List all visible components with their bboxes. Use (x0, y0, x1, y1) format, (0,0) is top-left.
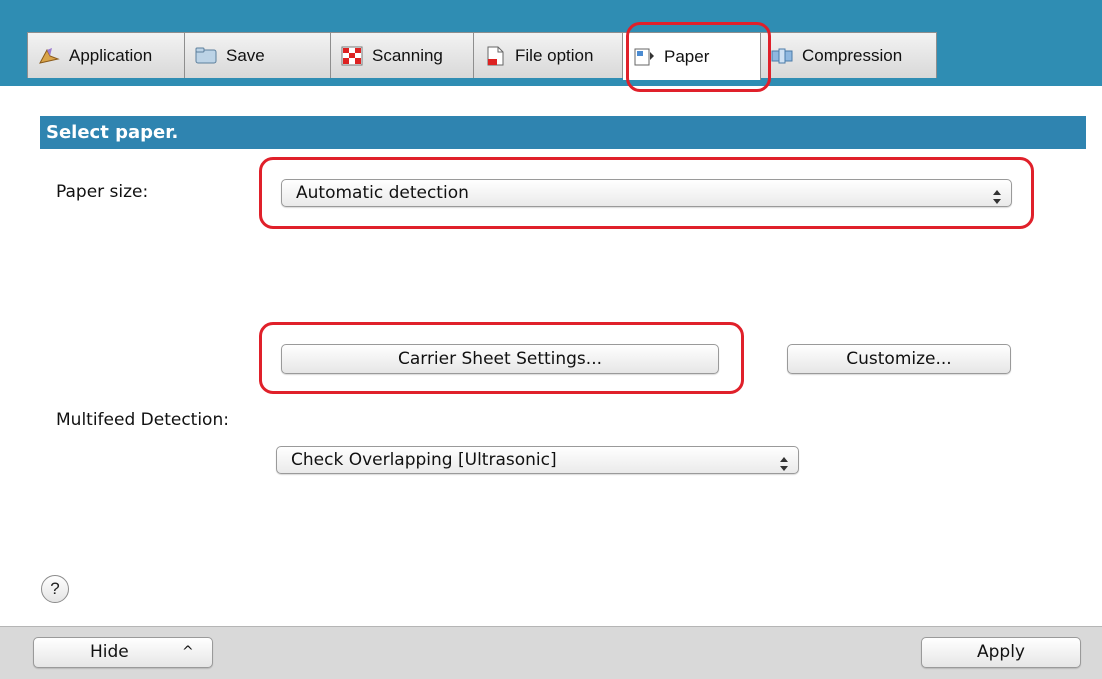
customize-button[interactable]: Customize... (787, 344, 1011, 374)
paper-size-label: Paper size: (56, 182, 149, 202)
multifeed-detection-label: Multifeed Detection: (56, 410, 229, 430)
tab-file-option[interactable]: File option (474, 32, 623, 78)
multifeed-detection-select[interactable]: Check Overlapping [Ultrasonic] (276, 446, 799, 474)
updown-arrows-icon (780, 453, 788, 471)
tab-label: Save (226, 45, 265, 65)
file-icon (484, 46, 506, 66)
tab-label: Paper (664, 46, 710, 66)
tab-scanning[interactable]: Scanning (331, 32, 474, 78)
tab-save[interactable]: Save (185, 32, 331, 78)
multifeed-detection-value: Check Overlapping [Ultrasonic] (291, 450, 557, 470)
tab-label: Application (69, 45, 153, 65)
apply-button[interactable]: Apply (921, 637, 1081, 668)
tab-label: File option (515, 45, 594, 65)
updown-arrows-icon (993, 186, 1001, 204)
section-header: Select paper. (40, 116, 1086, 149)
tab-application[interactable]: Application (27, 32, 185, 78)
tab-bar: Application Save Scanning File option Pa… (0, 0, 1102, 86)
folder-icon (195, 46, 217, 66)
paper-size-select[interactable]: Automatic detection (281, 179, 1012, 207)
chevron-up-icon: ^ (182, 644, 194, 660)
paper-size-value: Automatic detection (296, 183, 469, 203)
application-icon (38, 46, 60, 66)
help-icon: ? (50, 579, 60, 598)
compression-icon (771, 46, 793, 66)
tab-compression[interactable]: Compression (761, 32, 937, 78)
footer-bar: Hide ^ Apply (0, 626, 1102, 679)
tab-paper[interactable]: Paper (623, 32, 761, 80)
tab-strip: Application Save Scanning File option Pa… (27, 32, 937, 80)
scanning-icon (341, 46, 363, 66)
carrier-sheet-settings-button[interactable]: Carrier Sheet Settings... (281, 344, 719, 374)
paper-icon (633, 47, 655, 67)
hide-button[interactable]: Hide ^ (33, 637, 213, 668)
tab-label: Scanning (372, 45, 443, 65)
help-button[interactable]: ? (41, 575, 69, 603)
hide-label: Hide (90, 642, 129, 662)
tab-label: Compression (802, 45, 903, 65)
